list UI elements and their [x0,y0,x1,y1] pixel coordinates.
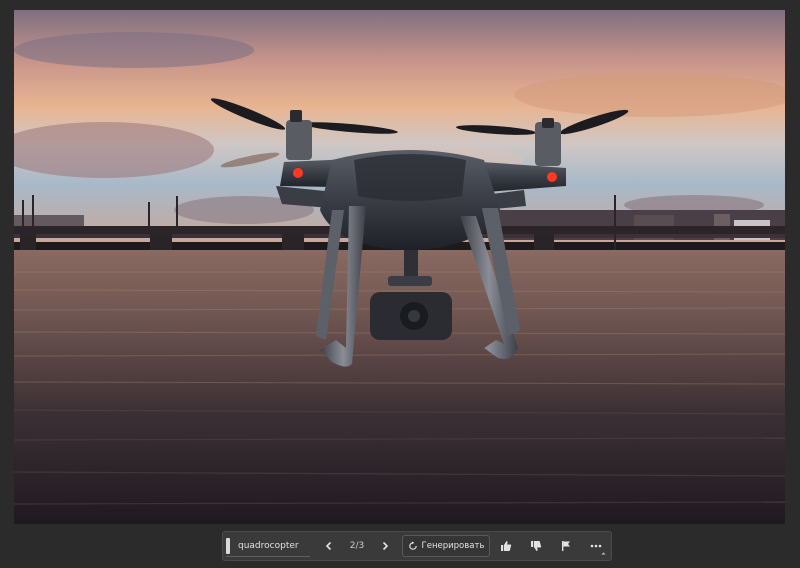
drag-handle[interactable] [226,538,230,554]
contextual-task-bar: 2/3 Генерировать [222,531,612,561]
flag-button[interactable] [554,534,578,558]
chevron-left-icon [325,541,332,551]
prompt-input[interactable] [226,535,310,557]
prompt-field[interactable] [226,534,312,558]
more-options-button[interactable] [584,534,608,558]
refresh-icon [408,541,417,550]
previous-variation-button[interactable] [317,534,341,558]
dropdown-corner-icon [601,552,606,557]
drone-photo [14,10,785,524]
chevron-right-icon [382,541,389,551]
image-canvas[interactable] [14,10,785,524]
generate-button[interactable]: Генерировать [402,535,490,557]
next-variation-button[interactable] [373,534,397,558]
more-horizontal-icon [590,544,602,548]
thumbs-up-icon [501,541,512,551]
generate-label: Генерировать [421,541,485,551]
flag-icon [562,541,570,551]
dislike-button[interactable] [524,534,548,558]
like-button[interactable] [494,534,518,558]
variation-counter: 2/3 [349,541,365,551]
thumbs-down-icon [531,541,542,551]
